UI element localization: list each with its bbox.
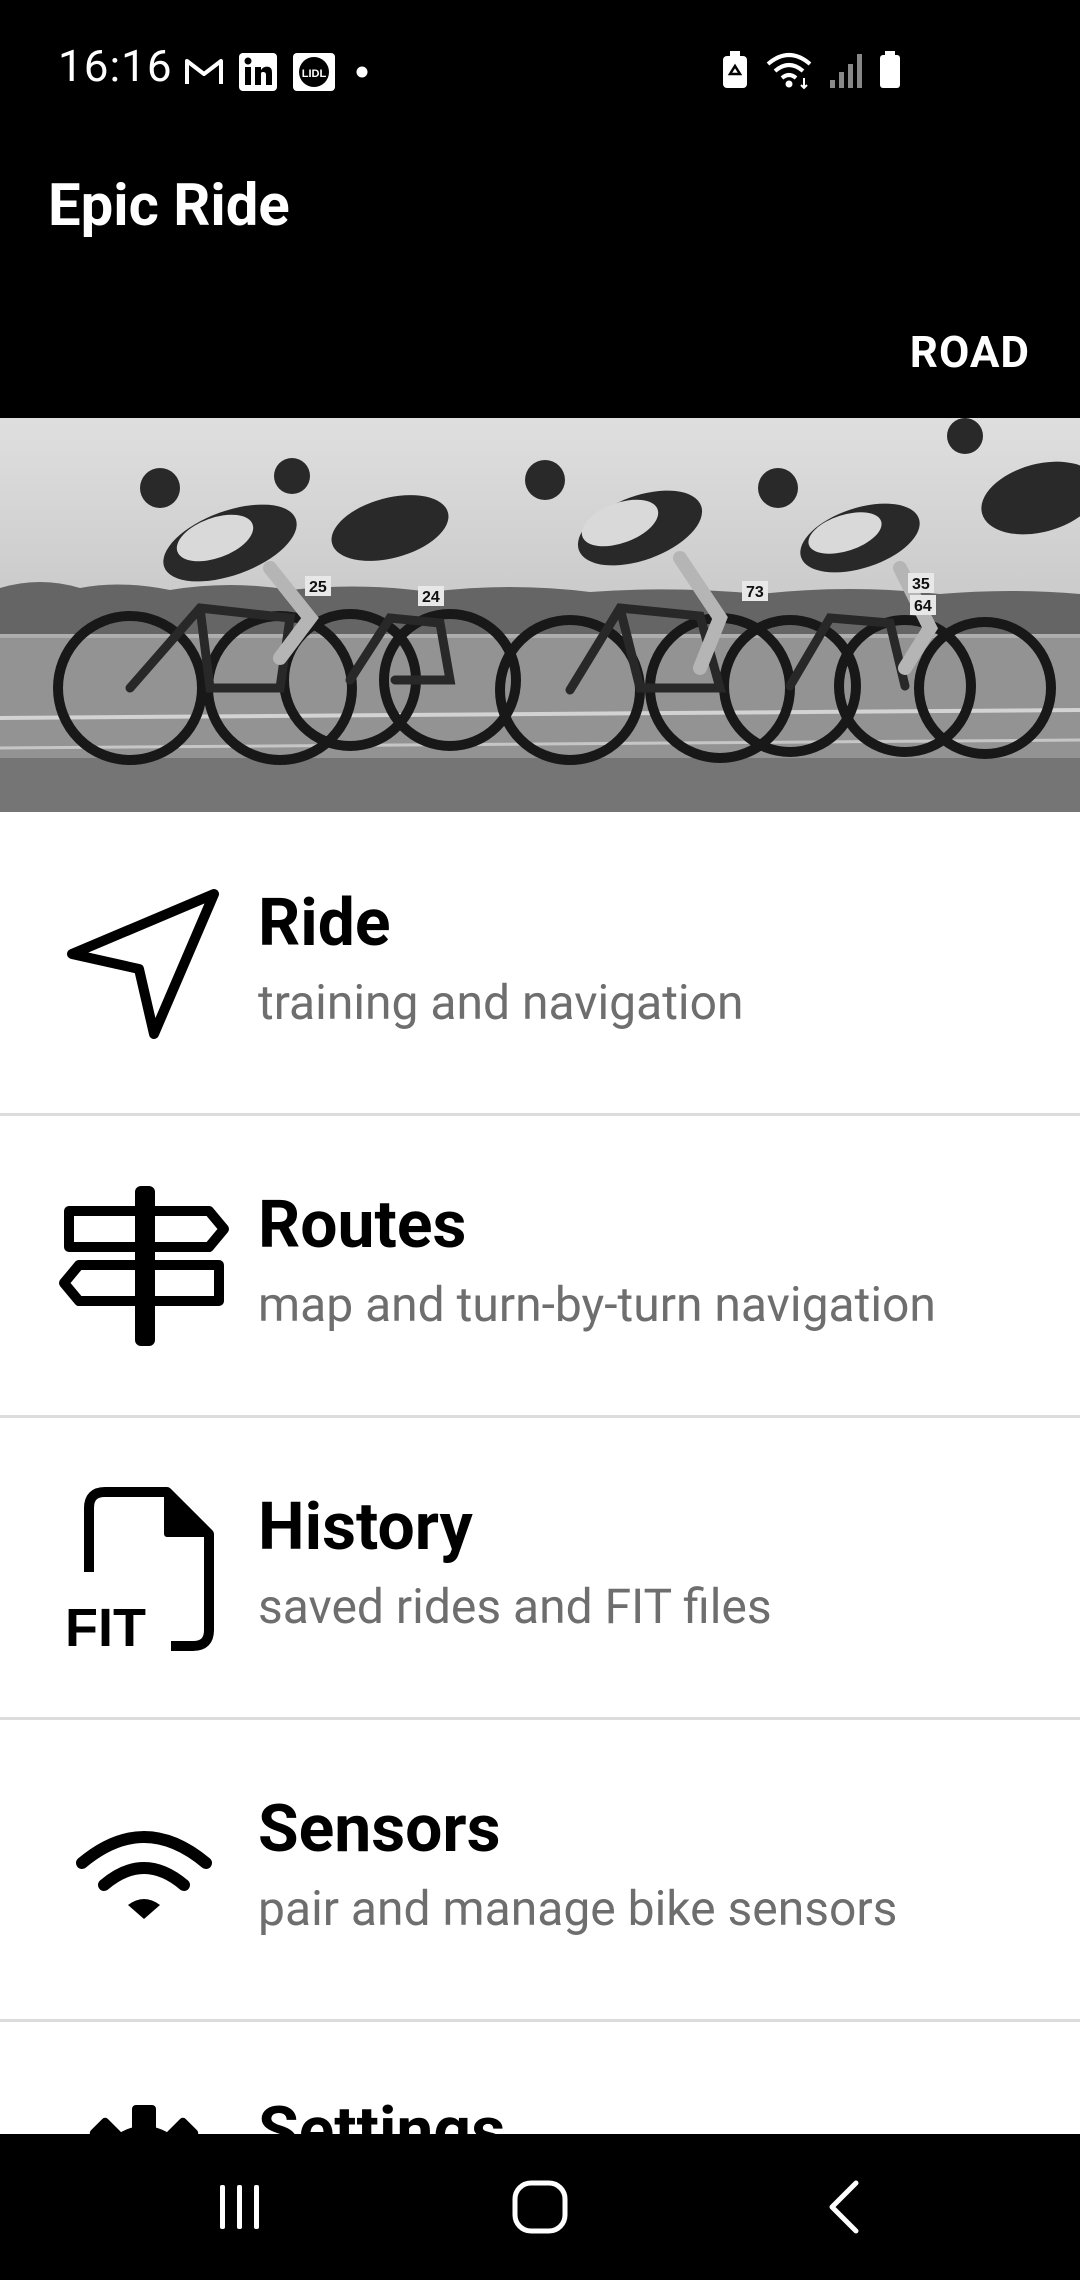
menu-item-subtitle: pair and manage bike sensors (258, 1880, 898, 1937)
screen: 16:16 LIDL Epic Ride ROAD 25 24 73 35 64… (0, 0, 1080, 2280)
navigation-arrow-icon (56, 876, 232, 1052)
menu-item-sensors[interactable]: Sensors pair and manage bike sensors (0, 1720, 1080, 2022)
app-title: Epic Ride (48, 172, 290, 240)
system-icons (720, 48, 902, 96)
system-navigation-bar (0, 2134, 1080, 2280)
menu-item-title: Sensors (258, 1791, 501, 1868)
wifi-icon (764, 50, 814, 94)
menu-item-subtitle: map and turn-by-turn navigation (258, 1276, 936, 1333)
menu-item-history[interactable]: FIT History saved rides and FIT files (0, 1418, 1080, 1720)
recents-icon (220, 2185, 259, 2229)
menu-item-settings[interactable]: Settings (0, 2022, 1080, 2134)
back-button[interactable] (766, 2134, 926, 2280)
linkedin-icon (238, 52, 278, 92)
battery-saver-icon (720, 50, 750, 94)
home-icon (512, 2180, 568, 2234)
cyclists-photo: 25 24 73 35 64 (0, 418, 1080, 812)
main-menu-list: Ride training and navigation Routes map … (0, 814, 1080, 2134)
notification-icons: LIDL (184, 48, 374, 96)
bike-mode-button[interactable]: ROAD (910, 326, 1030, 378)
menu-item-subtitle: training and navigation (258, 974, 744, 1031)
menu-item-title: Routes (258, 1187, 467, 1264)
home-button[interactable] (460, 2134, 620, 2280)
svg-text:LIDL: LIDL (302, 68, 327, 80)
settings-gear-icon (56, 2084, 232, 2134)
hero-image: 25 24 73 35 64 (0, 418, 1080, 812)
menu-item-routes[interactable]: Routes map and turn-by-turn navigation (0, 1116, 1080, 1418)
lidl-icon: LIDL (292, 52, 336, 92)
menu-item-title: Ride (258, 885, 391, 962)
recents-button[interactable] (160, 2134, 320, 2280)
back-icon (829, 2180, 859, 2234)
wifi-sensor-icon (56, 1782, 232, 1958)
dot-icon (350, 60, 374, 84)
status-time: 16:16 (58, 40, 173, 92)
menu-item-ride[interactable]: Ride training and navigation (0, 814, 1080, 1116)
battery-icon (878, 50, 902, 94)
fit-file-label: FIT (65, 1598, 146, 1656)
signal-icon (828, 50, 864, 94)
signpost-icon (56, 1178, 232, 1354)
status-bar: 16:16 LIDL (0, 0, 1080, 140)
menu-item-title: Settings (258, 2093, 506, 2134)
app-bar: Epic Ride ROAD (0, 140, 1080, 418)
fit-file-icon: FIT (56, 1480, 232, 1656)
menu-item-title: History (258, 1489, 473, 1566)
menu-item-subtitle: saved rides and FIT files (258, 1578, 772, 1635)
gmail-icon (184, 57, 224, 87)
